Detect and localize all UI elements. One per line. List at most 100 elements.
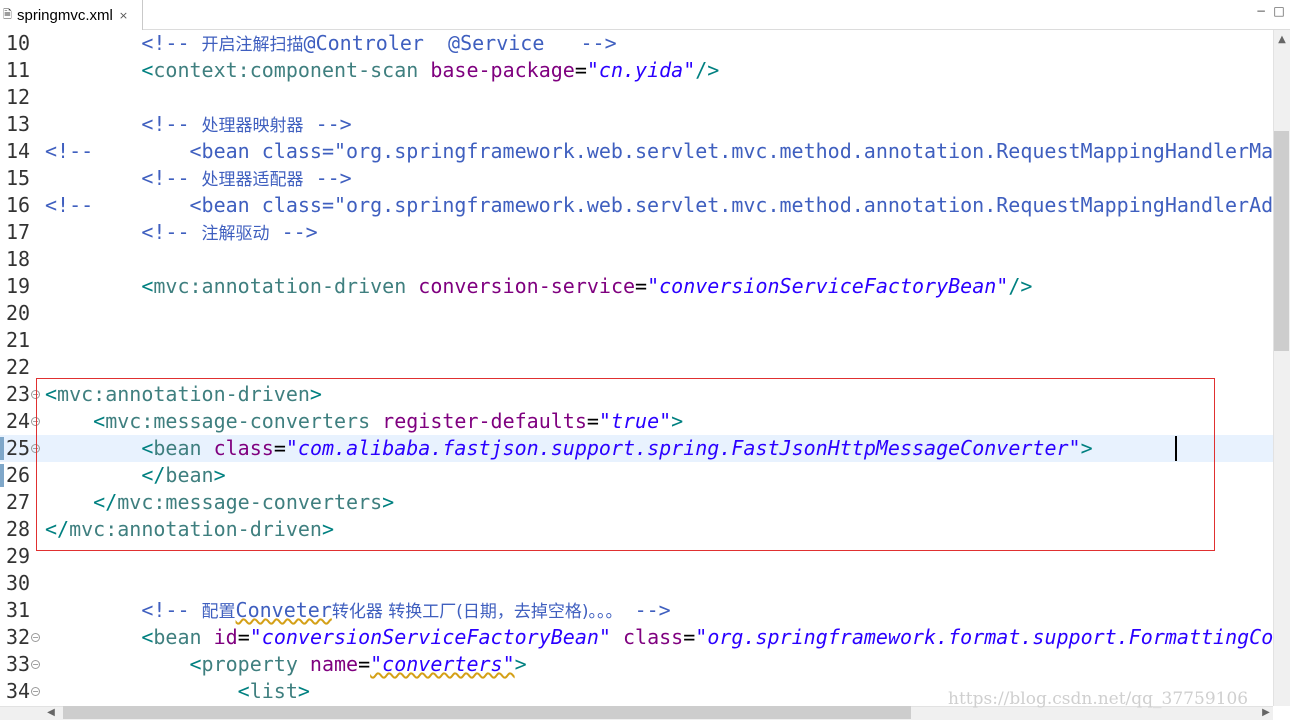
code-text: <bean class="com.alibaba.fastjson.suppor… — [45, 435, 1092, 462]
fold-toggle-icon[interactable]: − — [31, 417, 40, 426]
code-line[interactable]: 10 <!-- 开启注解扫描@Controler @Service --> — [0, 30, 1273, 57]
code-token: < — [237, 679, 250, 703]
code-token: = — [635, 274, 648, 298]
code-token: > — [309, 382, 322, 406]
fold-toggle-icon[interactable]: − — [31, 444, 40, 453]
line-number: 34 — [6, 679, 31, 703]
code-line[interactable]: 18 — [0, 246, 1273, 273]
code-token: <!-- — [141, 31, 202, 55]
code-token: <!-- — [141, 166, 202, 190]
code-line[interactable]: 31 <!-- 配置Conveter转化器 转换工厂(日期，去掉空格)。。。 -… — [0, 597, 1273, 624]
horizontal-scrollbar-thumb[interactable] — [63, 706, 911, 719]
line-number: 19 — [6, 274, 31, 298]
code-line[interactable]: 11 <context:component-scan base-package=… — [0, 57, 1273, 84]
fold-toggle-icon[interactable]: − — [31, 633, 40, 642]
code-line[interactable]: 19 <mvc:annotation-driven conversion-ser… — [0, 273, 1273, 300]
fold-toggle-icon[interactable]: − — [31, 390, 40, 399]
code-line[interactable]: 29 — [0, 543, 1273, 570]
code-token: class — [213, 436, 274, 460]
code-line[interactable]: 20 — [0, 300, 1273, 327]
tab-springmvc-xml[interactable]: 🗎 springmvc.xml × — [0, 0, 143, 30]
code-line[interactable]: 15 <!-- 处理器适配器 --> — [0, 165, 1273, 192]
maximize-icon[interactable]: □ — [1272, 4, 1286, 18]
code-token: > — [297, 679, 310, 703]
code-token: conversion-service — [418, 274, 636, 298]
code-token: register-defaults — [382, 409, 587, 433]
code-text: <!-- 开启注解扫描@Controler @Service --> — [45, 30, 616, 57]
code-token: < — [93, 409, 106, 433]
code-token: > — [213, 463, 226, 487]
code-line[interactable]: 22 — [0, 354, 1273, 381]
code-line[interactable]: 14 <!-- <bean class="org.springframework.… — [0, 138, 1273, 165]
code-line[interactable]: 26 </bean> — [0, 462, 1273, 489]
code-line[interactable]: 30 — [0, 570, 1273, 597]
code-token: --> — [622, 598, 671, 622]
code-line[interactable]: 28 </mvc:annotation-driven> — [0, 516, 1273, 543]
code-token: /> — [695, 58, 720, 82]
code-token: </ — [45, 517, 70, 541]
code-token: <!-- — [141, 112, 202, 136]
code-line[interactable]: 12 — [0, 84, 1273, 111]
line-number: 24 — [6, 409, 31, 433]
code-token: = — [237, 625, 250, 649]
line-number: 29 — [6, 544, 31, 568]
code-token: --> — [269, 220, 318, 244]
line-number: 15 — [6, 166, 31, 190]
code-token: "com.alibaba.fastjson.support.spring.Fas… — [285, 436, 1081, 460]
code-token: 处理器适配器 — [201, 170, 304, 190]
vertical-scrollbar-thumb[interactable] — [1274, 131, 1289, 351]
code-line[interactable]: 25− <bean class="com.alibaba.fastjson.su… — [0, 435, 1273, 462]
code-token: 处理器映射器 — [201, 116, 304, 136]
line-number: 22 — [6, 355, 31, 379]
close-tab-icon[interactable]: × — [119, 9, 128, 22]
code-token: bean — [165, 463, 214, 487]
scroll-left-arrow-icon[interactable]: ◀ — [44, 706, 58, 720]
line-number: 26 — [6, 463, 31, 487]
code-line[interactable]: 13 <!-- 处理器映射器 --> — [0, 111, 1273, 138]
line-number: 25 — [6, 436, 31, 460]
code-token: --> — [303, 166, 352, 190]
scroll-up-arrow-icon[interactable]: ▲ — [1275, 33, 1289, 47]
scroll-right-arrow-icon[interactable]: ▶ — [1259, 706, 1273, 720]
code-text: <property name="converters"> — [45, 651, 527, 678]
watermark-text: https://blog.csdn.net/qq_37759106 — [948, 689, 1249, 709]
code-line[interactable]: 32− <bean id="conversionServiceFactoryBe… — [0, 624, 1273, 651]
line-number: 20 — [6, 301, 31, 325]
code-line[interactable]: 23− <mvc:annotation-driven> — [0, 381, 1273, 408]
fold-toggle-icon[interactable]: − — [31, 687, 40, 696]
code-text: <mvc:annotation-driven conversion-servic… — [45, 273, 1032, 300]
fold-toggle-icon[interactable]: − — [31, 660, 40, 669]
code-token: <!-- — [141, 598, 202, 622]
code-line[interactable]: 27 </mvc:message-converters> — [0, 489, 1273, 516]
text-caret — [1175, 436, 1177, 461]
line-number: 21 — [6, 328, 31, 352]
code-text: </bean> — [45, 462, 226, 489]
code-token: property — [201, 652, 298, 676]
code-token: id — [213, 625, 238, 649]
minimize-icon[interactable]: − — [1254, 4, 1268, 18]
code-line[interactable]: 21 — [0, 327, 1273, 354]
code-line[interactable]: 16 <!-- <bean class="org.springframework.… — [0, 192, 1273, 219]
code-token: > — [321, 517, 335, 541]
code-line[interactable]: 33− <property name="converters"> — [0, 651, 1273, 678]
code-line[interactable]: 24− <mvc:message-converters register-def… — [0, 408, 1273, 435]
code-token: = — [586, 409, 599, 433]
code-text: <!-- 处理器适配器 --> — [45, 165, 352, 192]
change-marker — [0, 437, 4, 460]
code-token: bean — [153, 436, 202, 460]
code-text: <list> — [45, 678, 310, 705]
code-line[interactable]: 17 <!-- 注解驱动 --> — [0, 219, 1273, 246]
code-token: = — [273, 436, 286, 460]
code-editor[interactable]: 10 <!-- 开启注解扫描@Controler @Service --> 11 … — [0, 30, 1273, 706]
